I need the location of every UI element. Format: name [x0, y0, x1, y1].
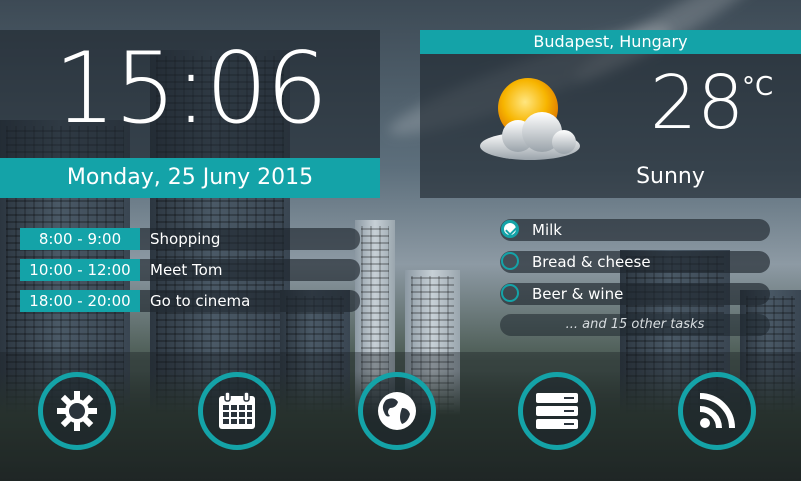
clock-date: Monday, 25 Juny 2015: [0, 158, 380, 198]
settings-button[interactable]: [38, 372, 116, 450]
calendar-icon: [219, 391, 255, 429]
settings-gear-icon: [57, 391, 97, 431]
agenda-item[interactable]: 10:00 - 12:00 Meet Tom: [20, 259, 360, 281]
checkbox-unchecked-icon[interactable]: [501, 284, 519, 302]
weather-unit: °C: [742, 72, 774, 102]
task-label: Milk: [532, 221, 562, 239]
globe-button[interactable]: [358, 372, 436, 450]
sun-cloud-icon: [480, 78, 580, 160]
weather-city: Budapest, Hungary: [420, 30, 801, 54]
agenda-time: 18:00 - 20:00: [20, 290, 140, 312]
checkbox-checked-icon[interactable]: [501, 220, 519, 238]
weather-condition: Sunny: [636, 164, 705, 189]
task-item[interactable]: Beer & wine: [500, 283, 770, 305]
agenda-title: Meet Tom: [150, 261, 223, 279]
weather-widget: Budapest, Hungary 28 °C Sunny: [420, 30, 801, 198]
task-item[interactable]: Bread & cheese: [500, 251, 770, 273]
server-button[interactable]: [518, 372, 596, 450]
checkbox-unchecked-icon[interactable]: [501, 252, 519, 270]
agenda-item[interactable]: 18:00 - 20:00 Go to cinema: [20, 290, 360, 312]
server-list-icon: [536, 393, 578, 429]
task-label: Beer & wine: [532, 285, 624, 303]
more-tasks-link[interactable]: ... and 15 other tasks: [500, 314, 770, 336]
rss-feed-icon: [699, 393, 735, 429]
agenda-time: 10:00 - 12:00: [20, 259, 140, 281]
task-item[interactable]: Milk: [500, 219, 770, 241]
rss-feed-button[interactable]: [678, 372, 756, 450]
calendar-button[interactable]: [198, 372, 276, 450]
globe-icon: [378, 392, 416, 430]
weather-temperature: 28: [650, 60, 745, 146]
clock-time: 15:06: [53, 32, 328, 146]
agenda-time: 8:00 - 9:00: [20, 228, 140, 250]
agenda-item[interactable]: 8:00 - 9:00 Shopping: [20, 228, 360, 250]
task-label: Bread & cheese: [532, 253, 651, 271]
clock-widget: 15:06 Monday, 25 Juny 2015: [0, 30, 380, 198]
agenda-title: Shopping: [150, 230, 221, 248]
agenda-title: Go to cinema: [150, 292, 251, 310]
